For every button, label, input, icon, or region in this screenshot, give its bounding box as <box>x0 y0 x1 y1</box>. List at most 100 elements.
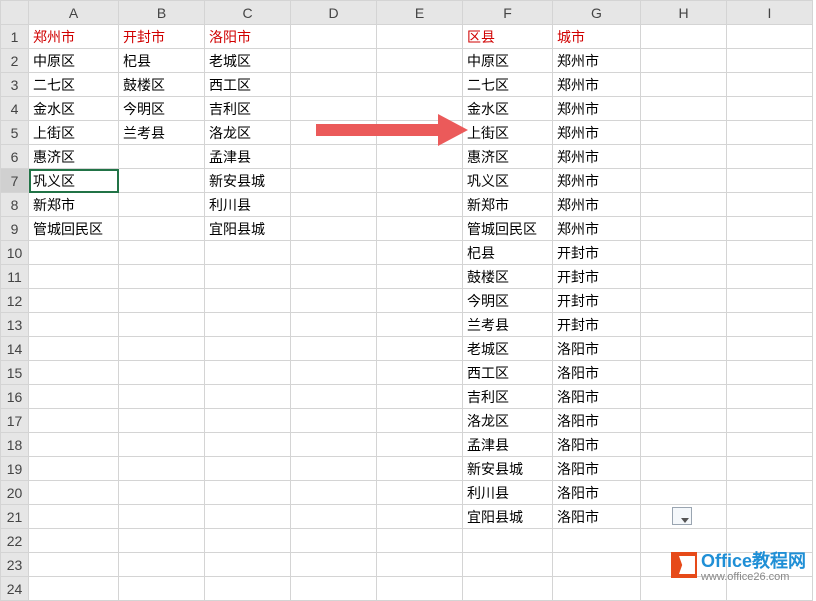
cell-I1[interactable] <box>727 25 813 49</box>
cell-B24[interactable] <box>119 577 205 601</box>
cell-E7[interactable] <box>377 169 463 193</box>
cell-A24[interactable] <box>29 577 119 601</box>
cell-E17[interactable] <box>377 409 463 433</box>
cell-G23[interactable] <box>553 553 641 577</box>
cell-F20[interactable]: 利川县 <box>463 481 553 505</box>
cell-D9[interactable] <box>291 217 377 241</box>
cell-C4[interactable]: 吉利区 <box>205 97 291 121</box>
row-header-19[interactable]: 19 <box>1 457 29 481</box>
cell-F4[interactable]: 金水区 <box>463 97 553 121</box>
cell-A4[interactable]: 金水区 <box>29 97 119 121</box>
cell-C24[interactable] <box>205 577 291 601</box>
cell-A6[interactable]: 惠济区 <box>29 145 119 169</box>
cell-A17[interactable] <box>29 409 119 433</box>
cell-E14[interactable] <box>377 337 463 361</box>
cell-E1[interactable] <box>377 25 463 49</box>
cell-F8[interactable]: 新郑市 <box>463 193 553 217</box>
cell-E3[interactable] <box>377 73 463 97</box>
cell-B4[interactable]: 今明区 <box>119 97 205 121</box>
cell-C9[interactable]: 宜阳县城 <box>205 217 291 241</box>
cell-A10[interactable] <box>29 241 119 265</box>
cell-A13[interactable] <box>29 313 119 337</box>
cell-F22[interactable] <box>463 529 553 553</box>
cell-C13[interactable] <box>205 313 291 337</box>
row-header-23[interactable]: 23 <box>1 553 29 577</box>
cell-G2[interactable]: 郑州市 <box>553 49 641 73</box>
cell-A7[interactable]: 巩义区 <box>29 169 119 193</box>
cell-C18[interactable] <box>205 433 291 457</box>
cell-B13[interactable] <box>119 313 205 337</box>
row-header-16[interactable]: 16 <box>1 385 29 409</box>
cell-H7[interactable] <box>641 169 727 193</box>
cell-B19[interactable] <box>119 457 205 481</box>
cell-H2[interactable] <box>641 49 727 73</box>
cell-C2[interactable]: 老城区 <box>205 49 291 73</box>
cell-F1[interactable]: 区县 <box>463 25 553 49</box>
row-header-22[interactable]: 22 <box>1 529 29 553</box>
cell-B10[interactable] <box>119 241 205 265</box>
cell-A19[interactable] <box>29 457 119 481</box>
cell-E23[interactable] <box>377 553 463 577</box>
select-all-corner[interactable] <box>1 1 29 25</box>
row-header-15[interactable]: 15 <box>1 361 29 385</box>
cell-A11[interactable] <box>29 265 119 289</box>
cell-C12[interactable] <box>205 289 291 313</box>
cell-G6[interactable]: 郑州市 <box>553 145 641 169</box>
cell-I4[interactable] <box>727 97 813 121</box>
cell-B14[interactable] <box>119 337 205 361</box>
cell-B12[interactable] <box>119 289 205 313</box>
cell-H9[interactable] <box>641 217 727 241</box>
cell-D20[interactable] <box>291 481 377 505</box>
cell-F16[interactable]: 吉利区 <box>463 385 553 409</box>
cell-H18[interactable] <box>641 433 727 457</box>
cell-C21[interactable] <box>205 505 291 529</box>
cell-B11[interactable] <box>119 265 205 289</box>
cell-E4[interactable] <box>377 97 463 121</box>
cell-F13[interactable]: 兰考县 <box>463 313 553 337</box>
row-header-12[interactable]: 12 <box>1 289 29 313</box>
cell-G16[interactable]: 洛阳市 <box>553 385 641 409</box>
cell-C8[interactable]: 利川县 <box>205 193 291 217</box>
cell-A14[interactable] <box>29 337 119 361</box>
col-header-E[interactable]: E <box>377 1 463 25</box>
cell-C19[interactable] <box>205 457 291 481</box>
cell-G9[interactable]: 郑州市 <box>553 217 641 241</box>
cell-F17[interactable]: 洛龙区 <box>463 409 553 433</box>
cell-D6[interactable] <box>291 145 377 169</box>
cell-D18[interactable] <box>291 433 377 457</box>
cell-A16[interactable] <box>29 385 119 409</box>
cell-E9[interactable] <box>377 217 463 241</box>
cell-G22[interactable] <box>553 529 641 553</box>
cell-B20[interactable] <box>119 481 205 505</box>
cell-H14[interactable] <box>641 337 727 361</box>
cell-F15[interactable]: 西工区 <box>463 361 553 385</box>
cell-A23[interactable] <box>29 553 119 577</box>
cell-C17[interactable] <box>205 409 291 433</box>
cell-H8[interactable] <box>641 193 727 217</box>
cell-I19[interactable] <box>727 457 813 481</box>
cell-I6[interactable] <box>727 145 813 169</box>
cell-F3[interactable]: 二七区 <box>463 73 553 97</box>
cell-C23[interactable] <box>205 553 291 577</box>
cell-B9[interactable] <box>119 217 205 241</box>
cell-G5[interactable]: 郑州市 <box>553 121 641 145</box>
cell-A15[interactable] <box>29 361 119 385</box>
cell-F6[interactable]: 惠济区 <box>463 145 553 169</box>
cell-H16[interactable] <box>641 385 727 409</box>
cell-H4[interactable] <box>641 97 727 121</box>
col-header-H[interactable]: H <box>641 1 727 25</box>
cell-I12[interactable] <box>727 289 813 313</box>
cell-G18[interactable]: 洛阳市 <box>553 433 641 457</box>
cell-D19[interactable] <box>291 457 377 481</box>
cell-A8[interactable]: 新郑市 <box>29 193 119 217</box>
cell-I21[interactable] <box>727 505 813 529</box>
cell-I8[interactable] <box>727 193 813 217</box>
col-header-I[interactable]: I <box>727 1 813 25</box>
cell-A21[interactable] <box>29 505 119 529</box>
cell-D10[interactable] <box>291 241 377 265</box>
cell-F10[interactable]: 杞县 <box>463 241 553 265</box>
cell-F19[interactable]: 新安县城 <box>463 457 553 481</box>
cell-D24[interactable] <box>291 577 377 601</box>
cell-D4[interactable] <box>291 97 377 121</box>
cell-I5[interactable] <box>727 121 813 145</box>
